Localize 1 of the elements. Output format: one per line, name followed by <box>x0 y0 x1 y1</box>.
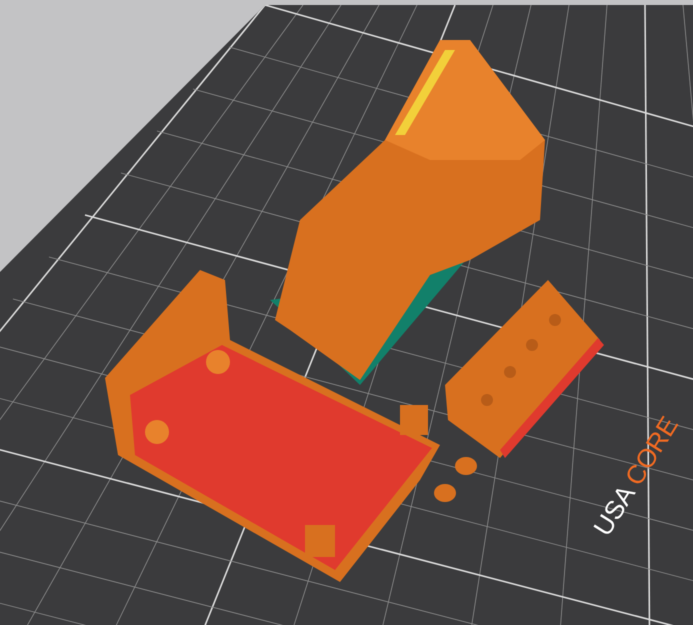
small-cylinder-drawing <box>434 457 477 502</box>
